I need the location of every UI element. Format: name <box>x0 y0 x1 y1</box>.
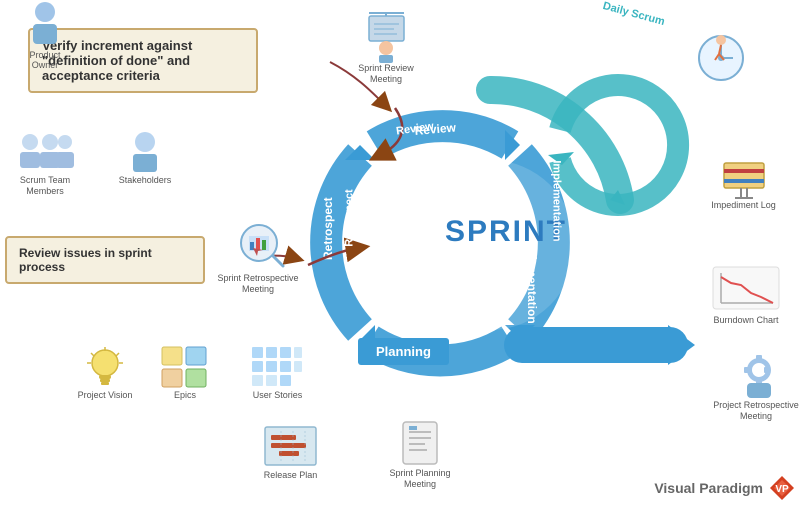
user-stories-item: User Stories <box>240 345 315 400</box>
vp-logo: Visual Paradigm VP <box>654 474 796 502</box>
user-stories-icon <box>250 345 305 390</box>
product-owner-icon <box>25 0 65 50</box>
project-vision-item: Project Vision <box>70 345 140 400</box>
sprint-planning-meeting-label: Sprint Planning Meeting <box>375 468 465 490</box>
burndown-chart-icon <box>711 265 781 315</box>
project-retrospective-label: Project Retrospective Meeting <box>706 400 806 422</box>
release-plan-label: Release Plan <box>264 470 318 480</box>
burndown-chart-item: Burndown Chart <box>701 265 791 325</box>
sprint-planning-meeting-item: Sprint Planning Meeting <box>375 420 465 490</box>
release-plan-item: Release Plan <box>253 425 328 480</box>
sprint-review-meeting-item: Sprint Review Meeting <box>346 8 426 85</box>
svg-text:VP: VP <box>775 484 789 495</box>
sprint-review-meeting-label: Sprint Review Meeting <box>346 63 426 85</box>
stakeholders-item: Stakeholders <box>110 130 180 185</box>
project-vision-label: Project Vision <box>78 390 133 400</box>
impediment-log-label: Impediment Log <box>711 200 776 210</box>
callout-review: Review issues in sprint process <box>5 236 205 284</box>
retrospect-arc-label: Retrospect <box>321 197 335 260</box>
burndown-chart-label: Burndown Chart <box>713 315 778 325</box>
sprint-center-text: SPRINT <box>445 215 545 249</box>
planning-label: Planning <box>358 338 449 365</box>
stakeholders-label: Stakeholders <box>119 175 172 185</box>
user-stories-label: User Stories <box>253 390 303 400</box>
project-retrospective-item: Project Retrospective Meeting <box>706 350 806 422</box>
scrum-team-icon <box>15 130 75 175</box>
vp-logo-text: Visual Paradigm <box>654 480 763 496</box>
sprint-retrospective-label: Sprint Retrospective Meeting <box>208 273 308 295</box>
main-container: Review Implementation Planning Retrospec… <box>0 0 811 512</box>
sprint-label: SPRINT <box>445 215 567 248</box>
product-owner-item: Product Owner <box>15 0 75 70</box>
scrum-team-item: Scrum Team Members <box>5 130 85 197</box>
callout-review-text: Review issues in sprint process <box>19 246 152 274</box>
retrospect-label: Retrospect <box>344 189 356 246</box>
stakeholders-icon <box>125 130 165 175</box>
epics-icon <box>160 345 210 390</box>
project-vision-icon <box>83 345 128 390</box>
product-owner-label: Product Owner <box>15 50 75 70</box>
sprint-planning-icon <box>395 420 445 468</box>
vp-logo-icon: VP <box>768 474 796 502</box>
impediment-log-item: Impediment Log <box>701 155 786 210</box>
sprint-retrospective-item: Sprint Retrospective Meeting <box>208 218 308 295</box>
release-plan-icon <box>263 425 318 470</box>
impediment-log-icon <box>719 155 769 200</box>
epics-item: Epics <box>150 345 220 400</box>
project-retrospective-icon <box>729 350 784 400</box>
daily-scrum-icon <box>691 30 751 85</box>
implementation-label: Implementation <box>551 160 563 241</box>
scrum-team-label: Scrum Team Members <box>5 175 85 197</box>
daily-scrum-item <box>681 30 761 85</box>
sprint-retrospective-icon <box>231 218 286 273</box>
sprint-review-icon <box>359 8 414 63</box>
epics-label: Epics <box>174 390 196 400</box>
